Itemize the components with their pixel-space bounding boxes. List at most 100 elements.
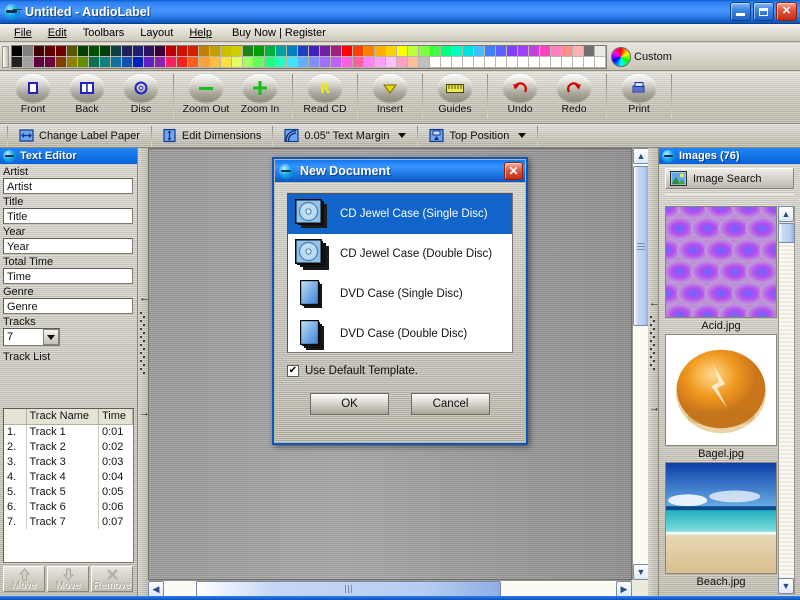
thumbnail-acid[interactable] (665, 206, 777, 318)
toolbar-button-zoom-in[interactable]: Zoom In (233, 74, 287, 115)
color-swatch[interactable] (375, 56, 386, 68)
color-swatch[interactable] (507, 56, 518, 68)
table-row[interactable]: 5. Track 5 0:05 (4, 484, 133, 499)
color-swatch[interactable] (584, 56, 595, 68)
color-swatch[interactable] (529, 56, 540, 68)
track-name[interactable]: Track 6 (26, 499, 99, 514)
color-swatch[interactable] (210, 45, 221, 57)
menu-item-layout[interactable]: Layout (132, 26, 181, 40)
color-swatch[interactable] (485, 56, 496, 68)
color-swatch[interactable] (67, 56, 78, 68)
color-swatch[interactable] (496, 56, 507, 68)
color-swatch[interactable] (452, 56, 463, 68)
color-swatch[interactable] (595, 45, 606, 57)
images-scroll-down-button[interactable]: ▼ (778, 578, 794, 594)
table-row[interactable]: 6. Track 6 0:06 (4, 499, 133, 514)
color-swatch[interactable] (45, 56, 56, 68)
color-swatch[interactable] (320, 45, 331, 57)
color-swatch[interactable] (331, 56, 342, 68)
color-swatch[interactable] (353, 56, 364, 68)
menu-item-file[interactable]: File (6, 26, 40, 40)
track-name[interactable]: Track 2 (26, 439, 99, 454)
color-swatch[interactable] (496, 45, 507, 57)
option-dvd-single[interactable]: DVD Case (Single Disc) (288, 274, 512, 314)
color-swatch[interactable] (408, 56, 419, 68)
move-up-button[interactable]: Move (3, 566, 45, 592)
color-swatch[interactable] (155, 45, 166, 57)
toolbar-button-read-cd[interactable]: R Read CD (298, 74, 352, 115)
scroll-left-button[interactable]: ◀ (148, 581, 164, 597)
track-name[interactable]: Track 1 (26, 424, 99, 439)
color-swatch[interactable] (144, 45, 155, 57)
scroll-up-button[interactable]: ▲ (633, 148, 649, 164)
color-swatch[interactable] (342, 45, 353, 57)
color-swatch[interactable] (518, 45, 529, 57)
color-swatch[interactable] (342, 56, 353, 68)
canvas-horizontal-scrollbar[interactable]: ◀ ▶ (148, 580, 632, 597)
color-swatch[interactable] (485, 45, 496, 57)
color-swatch[interactable] (364, 45, 375, 57)
color-swatch[interactable] (309, 56, 320, 68)
color-swatch[interactable] (210, 56, 221, 68)
color-swatch[interactable] (188, 45, 199, 57)
image-thumbnail-list[interactable]: Acid.jpg Bagel.jpg Beach.jpg (665, 206, 777, 594)
table-row[interactable]: 1. Track 1 0:01 (4, 424, 133, 439)
track-time[interactable]: 0:07 (99, 514, 133, 529)
top-position-dropdown[interactable]: Top Position (422, 126, 533, 146)
color-swatch[interactable] (177, 56, 188, 68)
track-name[interactable]: Track 4 (26, 469, 99, 484)
color-swatch[interactable] (45, 45, 56, 57)
menu-item-toolbars[interactable]: Toolbars (75, 26, 133, 40)
track-name[interactable]: Track 3 (26, 454, 99, 469)
track-name[interactable]: Track 7 (26, 514, 99, 529)
color-swatch[interactable] (364, 56, 375, 68)
color-swatch[interactable] (573, 45, 584, 57)
horizontal-scroll-thumb[interactable] (196, 581, 501, 597)
color-swatch[interactable] (386, 45, 397, 57)
color-swatch[interactable] (386, 56, 397, 68)
color-swatch[interactable] (298, 45, 309, 57)
dialog-titlebar[interactable]: New Document ✕ (275, 160, 525, 182)
change-label-paper-button[interactable]: Change Label Paper (12, 126, 147, 146)
color-swatch[interactable] (100, 56, 111, 68)
color-swatch[interactable] (276, 56, 287, 68)
color-swatch[interactable] (67, 45, 78, 57)
custom-color-button[interactable]: Custom (611, 46, 672, 67)
color-swatch[interactable] (177, 45, 188, 57)
table-row[interactable]: 7. Track 7 0:07 (4, 514, 133, 529)
artist-input[interactable]: Artist (3, 178, 133, 194)
color-swatch[interactable] (540, 45, 551, 57)
scroll-right-button[interactable]: ▶ (616, 581, 632, 597)
color-swatch[interactable] (133, 45, 144, 57)
color-swatch[interactable] (419, 56, 430, 68)
color-swatch[interactable] (56, 45, 67, 57)
color-swatch[interactable] (221, 56, 232, 68)
color-swatch[interactable] (232, 56, 243, 68)
color-swatch[interactable] (144, 56, 155, 68)
color-swatch[interactable] (551, 56, 562, 68)
list-item[interactable]: Beach.jpg (665, 462, 777, 590)
color-swatch[interactable] (232, 45, 243, 57)
option-dvd-double[interactable]: DVD Case (Double Disc) (288, 314, 512, 352)
year-input[interactable]: Year (3, 238, 133, 254)
track-time[interactable]: 0:01 (99, 424, 133, 439)
color-swatch[interactable] (78, 45, 89, 57)
title-input[interactable]: Title (3, 208, 133, 224)
color-swatch[interactable] (474, 45, 485, 57)
color-swatch[interactable] (595, 56, 606, 68)
toolbar-button-redo[interactable]: Redo (547, 74, 601, 115)
color-swatch[interactable] (265, 56, 276, 68)
color-swatch[interactable] (331, 45, 342, 57)
thumbnail-beach[interactable] (665, 462, 777, 574)
color-swatch[interactable] (166, 56, 177, 68)
color-swatch[interactable] (430, 56, 441, 68)
list-item[interactable]: Bagel.jpg (665, 334, 777, 462)
track-time[interactable]: 0:02 (99, 439, 133, 454)
color-swatch[interactable] (452, 45, 463, 57)
color-swatch[interactable] (254, 56, 265, 68)
menu-item-buy-now[interactable]: Buy Now | Register (220, 26, 334, 40)
window-titlebar[interactable]: Untitled - AudioLabel ✕ (0, 0, 800, 24)
total-time-input[interactable]: Time (3, 268, 133, 284)
edit-dimensions-button[interactable]: Edit Dimensions (156, 126, 268, 146)
cancel-button[interactable]: Cancel (411, 393, 490, 415)
